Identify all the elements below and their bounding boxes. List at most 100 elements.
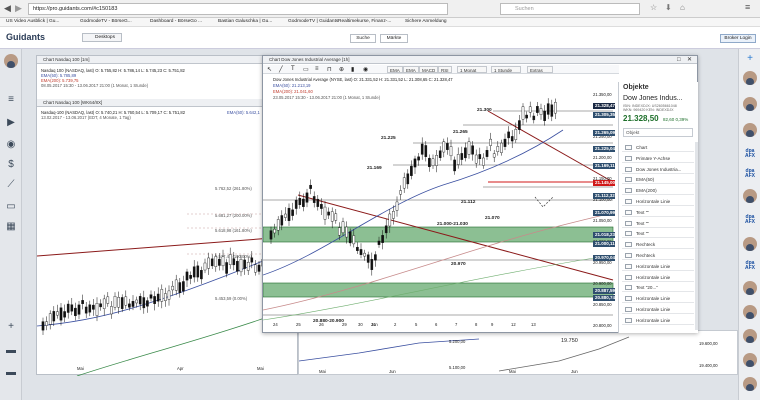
object-item[interactable]: EMA(200) [622, 186, 694, 196]
toolbar-macd[interactable]: MACD [419, 66, 439, 73]
home-icon[interactable]: ⌂ [680, 3, 685, 12]
object-item-label: Horizontale Linie [636, 296, 671, 302]
eye-icon[interactable]: ◉ [4, 139, 18, 151]
object-item[interactable]: Dow Jones Industria... [622, 165, 694, 174]
objects-filter-input[interactable]: Objekt [623, 128, 693, 137]
menu-icon[interactable]: ≡ [745, 2, 750, 12]
object-item[interactable]: Horizontale Linie [622, 305, 694, 314]
contact-avatar[interactable] [743, 237, 757, 251]
close-icon[interactable]: ✕ [687, 56, 692, 64]
list-icon[interactable]: ≡ [4, 94, 18, 106]
object-item[interactable]: Text "" [622, 208, 694, 217]
bookmark-4[interactable]: Bastian Galuschka | Gu... [218, 19, 272, 24]
dow-time-axis[interactable]: 24 25 26 29 30 31 Jun 2 5 6 7 8 9 12 13 [263, 321, 593, 330]
object-item[interactable]: Rechteck [622, 251, 694, 260]
url-field[interactable]: https://pro.guidants.com/#c150183 [28, 3, 448, 15]
add-icon-right[interactable]: + [743, 53, 757, 65]
add-icon[interactable]: + [4, 321, 18, 333]
broker-login-button[interactable]: Broker Login [720, 34, 756, 43]
back-icon[interactable]: ◀ [4, 3, 11, 14]
contact-avatar[interactable] [743, 377, 757, 391]
object-item[interactable]: Horizontale Linie [622, 262, 694, 271]
contact-avatar[interactable] [743, 97, 757, 111]
bookmark-2[interactable]: GodmodeTV - BörseG... [80, 19, 132, 24]
object-item[interactable]: Text "20..." [622, 283, 694, 293]
toolbar-ema-2[interactable]: EMA [403, 66, 419, 73]
rectangle-tool-icon[interactable]: ▭ [303, 66, 309, 73]
bookmark-7[interactable]: Sichere Anmeldung [405, 19, 447, 24]
browser-search-input[interactable]: Suchen [500, 3, 640, 15]
objects-scrollbar[interactable] [695, 142, 698, 330]
app-logo[interactable]: Guidants [6, 32, 45, 42]
zoom-icon[interactable]: ⊕ [339, 66, 344, 73]
object-item[interactable]: Horizontale Linie [622, 316, 694, 325]
bookmark-3[interactable]: Dashboard - BörseGo ... [150, 19, 202, 24]
toolbar-rsi[interactable]: RSI [438, 66, 452, 73]
draw-line-icon[interactable]: ╱ [279, 66, 283, 73]
bookmark-6[interactable]: Realtimekurse, Finanz-... [338, 19, 391, 24]
interval-select[interactable]: 1 Stunde [491, 66, 521, 73]
contact-avatar[interactable] [743, 353, 757, 367]
forward-icon[interactable]: ▶ [15, 3, 22, 14]
object-item[interactable]: Horizontale Linie [622, 294, 694, 304]
candle-body [366, 254, 370, 263]
cursor-icon[interactable]: ↖ [267, 66, 272, 73]
candle-body [496, 146, 500, 153]
chart-icon[interactable]: ⟋ [4, 179, 18, 191]
search-button[interactable]: Suche [350, 34, 376, 43]
candle-body [182, 281, 185, 292]
partner-badge[interactable]: dpa AFX [743, 261, 757, 271]
play-icon[interactable]: ▶ [4, 117, 18, 129]
fib-tool-icon[interactable]: ≡ [315, 66, 319, 72]
calendar-icon[interactable]: ▦ [4, 221, 18, 233]
candle-body [334, 213, 338, 221]
star-icon[interactable]: ☆ [650, 3, 657, 12]
partner-badge[interactable]: dpa AFX [743, 169, 757, 179]
candle-body [287, 207, 291, 221]
folder-add-icon[interactable]: ▬ [4, 367, 18, 379]
object-item[interactable]: Rechteck [622, 240, 694, 250]
candles-icon[interactable]: ▮ [351, 66, 354, 73]
dow-chart-titlebar[interactable]: Chart Dow Jones Industrial Average [1h] … [263, 56, 697, 64]
desktop-tab[interactable]: Desktops [82, 33, 122, 42]
eye-visibility-icon[interactable]: ◉ [363, 66, 368, 73]
extras-menu[interactable]: Extras [527, 66, 553, 73]
price-tag: 20.887,59 [593, 288, 616, 294]
object-item[interactable]: Chart [622, 143, 694, 152]
magnet-icon[interactable]: ⊓ [327, 66, 332, 73]
contact-avatar[interactable] [743, 305, 757, 319]
partner-badge[interactable]: dpa AFX [743, 215, 757, 225]
contact-avatar[interactable] [743, 123, 757, 137]
document-icon[interactable]: ▭ [4, 201, 18, 213]
candle-body [489, 138, 492, 146]
period-select[interactable]: 1 Monat [457, 66, 487, 73]
candle-body [546, 103, 550, 115]
candle-body [66, 303, 70, 313]
contact-avatar[interactable] [743, 281, 757, 295]
toolbar-ema-1[interactable]: EMA [387, 66, 403, 73]
object-item[interactable]: Text "" [622, 229, 694, 239]
object-item[interactable]: EMA(50) [622, 175, 694, 185]
contact-avatar[interactable] [743, 71, 757, 85]
contact-avatar[interactable] [743, 189, 757, 203]
markets-button[interactable]: Märkte [380, 34, 408, 43]
user-avatar[interactable] [4, 54, 18, 68]
partner-badge[interactable]: dpa AFX [743, 149, 757, 159]
contact-avatar[interactable] [743, 329, 757, 343]
download-icon[interactable]: ⬇ [665, 3, 672, 12]
bookmark-1[interactable]: US Video Ausblick | Gu... [6, 19, 59, 24]
candle-body [442, 141, 446, 153]
maximize-icon[interactable]: □ [677, 56, 681, 64]
dollar-icon[interactable]: $ [4, 159, 18, 171]
candle-body [435, 155, 438, 166]
object-item[interactable]: Text "" [622, 219, 694, 228]
folder-icon[interactable]: ▬ [4, 345, 18, 357]
objects-instrument-name[interactable]: Dow Jones Indus... [623, 95, 683, 102]
bookmark-5[interactable]: GodmodeTV | Guidants [288, 19, 338, 24]
object-item[interactable]: Primäre Y-Achse [622, 154, 694, 163]
bottom-month-1: Mai [319, 369, 326, 374]
nasdaq-chart-window[interactable]: Chart Nasdaq 100 [1m] Nasdaq 100 (NASDAQ… [36, 55, 299, 376]
text-tool-icon[interactable]: T [291, 66, 295, 72]
object-item[interactable]: Horizontale Linie [622, 273, 694, 282]
object-item[interactable]: Horizontale Linie [622, 197, 694, 206]
